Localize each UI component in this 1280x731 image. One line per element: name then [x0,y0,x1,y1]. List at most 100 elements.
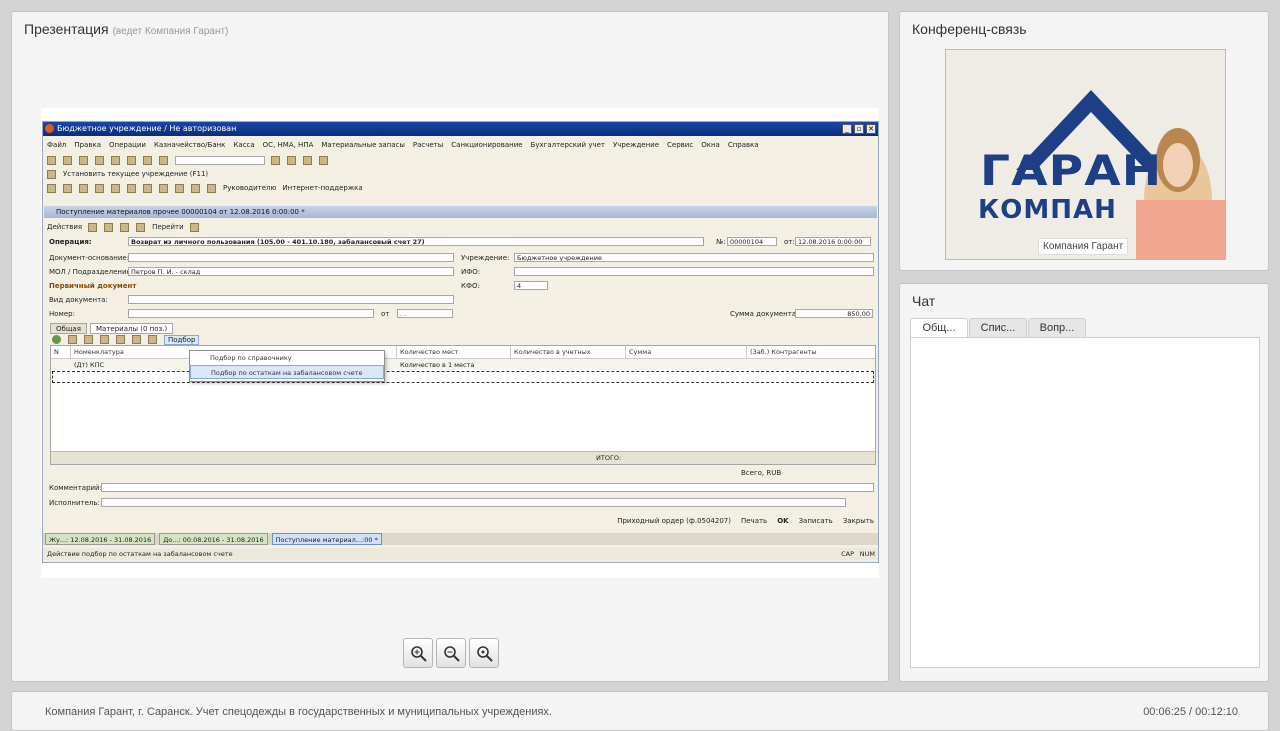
minimize-icon[interactable]: _ [842,124,852,134]
sort-icon[interactable] [148,335,157,344]
date-field[interactable]: 12.08.2016 0:00:00 [795,237,871,246]
delete-row-icon[interactable] [100,335,109,344]
move-down-icon[interactable] [132,335,141,344]
menu-item-edit[interactable]: Правка [74,141,101,149]
base-doc-field[interactable] [128,253,454,262]
menu-item-assets[interactable]: ОС, НМА, НПА [263,141,314,149]
mol-field[interactable]: Петров П. И. - склад [128,267,454,276]
search-input[interactable] [175,155,265,165]
journal-icon[interactable] [95,183,104,193]
menu-item-accounting[interactable]: Бухгалтерский учет [531,141,605,149]
search-icon[interactable] [271,155,280,165]
set-institution-button[interactable]: Установить текущее учреждение (F11) [63,170,208,178]
dropdown-item-catalog[interactable]: Подбор по справочнику [190,351,384,365]
menu-item-treasury[interactable]: Казначейство/Банк [154,141,225,149]
write-button[interactable]: Записать [799,517,833,525]
video-feed[interactable]: ГАРАН КОМПАН Компания Гарант [945,49,1226,260]
journal-icon[interactable] [79,183,88,193]
chat-messages[interactable] [910,337,1260,668]
journal-icon[interactable] [175,183,184,193]
find-icon[interactable] [159,155,168,165]
menu-item-materials[interactable]: Материальные запасы [321,141,404,149]
maximize-icon[interactable]: ▫ [854,124,864,134]
edit-row-icon[interactable] [84,335,93,344]
copy-icon[interactable] [111,155,120,165]
journal-icon[interactable] [47,183,56,193]
journal-icon[interactable] [159,183,168,193]
menu-item-sanction[interactable]: Санкционирование [451,141,522,149]
zoom-fit-button[interactable] [469,638,499,668]
menu-item-institution[interactable]: Учреждение [613,141,659,149]
copy-row-icon[interactable] [68,335,77,344]
save-icon[interactable] [79,155,88,165]
zoom-out-button[interactable] [436,638,466,668]
tab-chat-questions[interactable]: Вопр... [1028,318,1086,338]
footer-text: Компания Гарант, г. Саранск. Учет спецод… [45,706,552,718]
actions-menu[interactable]: Действия [47,223,82,231]
menu-item-operations[interactable]: Операции [109,141,146,149]
kfo-field[interactable]: 4 [514,281,548,290]
copy-icon[interactable] [104,222,114,232]
journal-icon[interactable] [143,183,152,193]
taskbar-current[interactable]: Поступление материал...:00 * [271,533,382,545]
new-icon[interactable] [47,155,56,165]
save-icon[interactable] [88,222,98,232]
help-icon[interactable] [189,222,199,232]
goto-menu[interactable]: Перейти [152,223,184,231]
receipt-order-button[interactable]: Приходный ордер (ф.0504207) [617,517,731,525]
ifo-field[interactable] [514,267,874,276]
journal-icon[interactable] [207,183,216,193]
places-subheader: Количество в 1 места [400,361,475,369]
operation-field[interactable]: Возврат из личного пользования (105.00 -… [128,237,704,246]
ot-date-field[interactable]: . . [397,309,453,318]
tab-materials[interactable]: Материалы (0 поз.) [90,323,174,334]
menu-item-help[interactable]: Справка [728,141,759,149]
journal-icon[interactable] [63,183,72,193]
table-row[interactable] [52,371,874,383]
tab-general[interactable]: Общая [50,323,87,334]
dropdown-item-offbalance[interactable]: Подбор по остаткам на забалансовом счете [190,365,384,379]
window-titlebar: Бюджетное учреждение / Не авторизован _ … [43,122,878,136]
journal-icon[interactable] [127,183,136,193]
menu-item-service[interactable]: Сервис [667,141,693,149]
journal-icon[interactable] [111,183,120,193]
close-button[interactable]: Закрыть [843,517,874,525]
close-icon[interactable]: ✕ [866,124,876,134]
tab-chat-general[interactable]: Общ... [910,318,968,338]
print-button[interactable]: Печать [741,517,767,525]
manager-button[interactable]: Руководителю [223,184,276,192]
sum-field[interactable]: 850,00 [795,309,873,318]
ok-button[interactable]: OK [777,517,788,525]
journal-icon[interactable] [191,183,200,193]
toolbar-journals: Руководителю Интернет-поддержка [47,182,874,194]
taskbar-journal[interactable]: Жу...: 12.08.2016 - 31.08.2016 [45,533,156,545]
taskbar-documents[interactable]: До...: 00.08.2016 - 31.08.2016 [159,533,268,545]
edit-icon[interactable] [120,222,130,232]
refresh-icon[interactable] [136,222,146,232]
open-icon[interactable] [63,155,72,165]
executor-label: Исполнитель: [49,499,100,507]
cut-icon[interactable] [95,155,104,165]
menu-item-windows[interactable]: Окна [701,141,720,149]
add-icon[interactable] [52,335,61,344]
support-button[interactable]: Интернет-поддержка [282,184,362,192]
info-icon[interactable] [319,155,328,165]
calendar-icon[interactable] [303,155,312,165]
institution-field[interactable]: Бюджетное учреждение [514,253,874,262]
comment-field[interactable] [101,483,874,492]
tab-chat-list[interactable]: Спис... [969,318,1027,338]
executor-field[interactable] [101,498,846,507]
menu-item-settlements[interactable]: Расчеты [413,141,443,149]
paste-icon[interactable] [127,155,136,165]
print-icon[interactable] [143,155,152,165]
doc-type-field[interactable] [128,295,454,304]
num-field[interactable] [128,309,374,318]
calc-icon[interactable] [287,155,296,165]
menu-item-file[interactable]: Файл [47,141,66,149]
number-field[interactable]: 00000104 [727,237,777,246]
zoom-in-button[interactable] [403,638,433,668]
podbor-button[interactable]: Подбор [164,334,200,345]
move-up-icon[interactable] [116,335,125,344]
zoom-in-icon [411,646,427,662]
menu-item-cash[interactable]: Касса [233,141,254,149]
